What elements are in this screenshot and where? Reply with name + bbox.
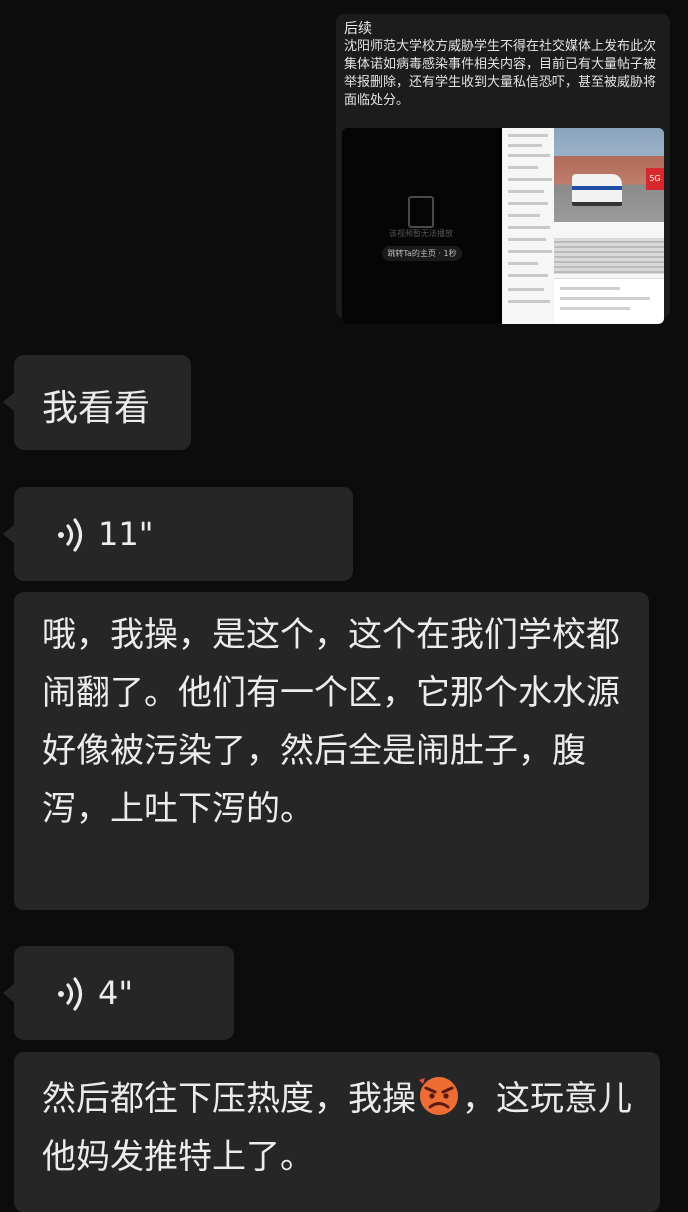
- post-footer: [554, 278, 664, 323]
- incoming-text-message[interactable]: 我看看: [14, 355, 191, 450]
- video-thumbnail[interactable]: 该视频暂无法播放 跳转Ta的主页 · 1秒: [342, 128, 500, 324]
- screenshot-thumbnail[interactable]: 5G: [502, 128, 664, 324]
- store-sign: 5G: [646, 168, 664, 190]
- jump-to-profile-button[interactable]: 跳转Ta的主页 · 1秒: [382, 246, 462, 261]
- voice-wave-icon: [58, 518, 83, 552]
- incoming-text-message[interactable]: 哦，我操，是这个，这个在我们学校都闹翻了。他们有一个区，它那个水水源好像被污染了…: [14, 592, 649, 910]
- message-text: 我看看: [42, 388, 151, 429]
- post-title: 后续: [344, 21, 372, 37]
- incoming-voice-message[interactable]: 11": [14, 487, 353, 581]
- post-body: 沈阳师范大学校方威胁学生不得在社交媒体上发布此次集体诺如病毒感染事件相关内容，目…: [344, 39, 657, 108]
- message-text: 然后都往下压热度，我操 ，这玩意儿他妈发推特上了。: [42, 1070, 652, 1186]
- file-icon: [408, 196, 434, 228]
- message-text-part: 然后都往下压热度，我操: [42, 1079, 416, 1119]
- video-unavailable-message: 该视频暂无法播放: [389, 229, 453, 238]
- photo-van-building: 5G: [554, 128, 664, 222]
- van-image: [572, 174, 622, 206]
- voice-wave-icon: [58, 977, 83, 1011]
- outgoing-forwarded-post[interactable]: 后续 沈阳师范大学校方威胁学生不得在社交媒体上发布此次集体诺如病毒感染事件相关内…: [336, 14, 670, 324]
- message-text: 哦，我操，是这个，这个在我们学校都闹翻了。他们有一个区，它那个水水源好像被污染了…: [42, 615, 620, 829]
- angry-face-emoji-icon: [419, 1077, 458, 1115]
- incoming-voice-message[interactable]: 4": [14, 946, 234, 1040]
- voice-duration: 4": [98, 974, 134, 1012]
- post-media[interactable]: 该视频暂无法播放 跳转Ta的主页 · 1秒 5G: [342, 128, 664, 324]
- voice-duration: 11": [98, 515, 154, 553]
- incoming-text-message[interactable]: 然后都往下压热度，我操 ，这玩意儿他妈发推特上了。: [14, 1052, 660, 1212]
- document-photo: [554, 238, 664, 274]
